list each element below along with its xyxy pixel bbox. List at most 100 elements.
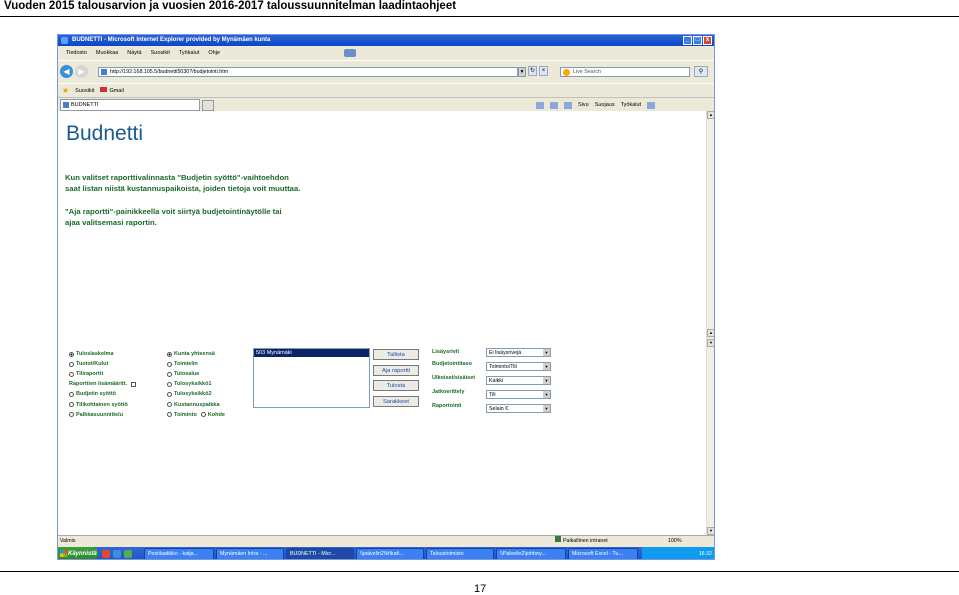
- setting-select-lisaysrivit[interactable]: Ei lisäysrivejä ▼: [486, 348, 551, 357]
- option-budjetin-syotto[interactable]: Budjetin syöttö: [69, 389, 136, 399]
- columns-button[interactable]: Sarakkeet: [373, 395, 419, 407]
- print-icon[interactable]: [564, 101, 572, 109]
- radio-icon[interactable]: [69, 391, 74, 397]
- option-tulosyksikko1[interactable]: Tulosyksikkö1: [167, 379, 225, 389]
- menu-edit[interactable]: Muokkaa: [96, 50, 118, 56]
- radio-icon[interactable]: [69, 361, 74, 367]
- option-tuotot-kulut[interactable]: Tuotot/Kulut: [69, 359, 136, 369]
- setting-select-budjetointitaso[interactable]: Toiminto/Tili ▼: [486, 362, 551, 371]
- chevron-down-icon[interactable]: ▼: [543, 349, 550, 356]
- cmd-safety[interactable]: Suojaus: [595, 102, 615, 108]
- taskbar-item-folder-johtory[interactable]: \\Palvelin2\johtory...: [496, 548, 566, 559]
- favorites-star-icon[interactable]: ★: [62, 86, 69, 95]
- setting-select-jatkoerittely[interactable]: Tili ▼: [486, 390, 551, 399]
- radio-icon[interactable]: [167, 361, 172, 367]
- cmd-page[interactable]: Sivu: [578, 102, 589, 108]
- feeds-icon[interactable]: [550, 101, 558, 109]
- favorites-label[interactable]: Suosikit: [75, 88, 94, 94]
- forward-button[interactable]: ▶: [75, 65, 88, 78]
- radio-icon[interactable]: [69, 412, 74, 418]
- setting-value: Ei lisäysrivejä: [489, 350, 522, 356]
- menu-favorites[interactable]: Suosikit: [151, 50, 170, 56]
- search-input[interactable]: Live Search: [560, 67, 690, 77]
- taskbar-item-postilaatikko[interactable]: Postilaatikko - katja...: [144, 548, 214, 559]
- taskbar-item-budnetti[interactable]: BUDNETTI - Micr...: [286, 548, 354, 559]
- run-report-button[interactable]: Aja raportti: [373, 364, 419, 376]
- address-dropdown-button[interactable]: ▼: [518, 67, 526, 77]
- option-toiminto[interactable]: Toiminto Kohde: [167, 410, 225, 420]
- chrome-icon[interactable]: [102, 550, 110, 558]
- option-tilikohtainen-syotto[interactable]: Tilikohtainen syöttö: [69, 399, 136, 409]
- scroll-down-arrow-icon[interactable]: ▼: [707, 527, 714, 535]
- menu-view[interactable]: Näytä: [127, 50, 141, 56]
- address-bar: ◀ ▶ http://192.168.105.5/budnetti5030?/b…: [58, 60, 714, 83]
- clock[interactable]: 16:32: [699, 551, 712, 557]
- new-tab-button[interactable]: [202, 100, 214, 111]
- radio-icon[interactable]: [69, 371, 74, 377]
- scroll-up-arrow-icon[interactable]: ▲: [707, 111, 714, 119]
- radio-icon[interactable]: [167, 391, 172, 397]
- tab-bar: BUDNETTI Sivu Suojaus Työkalut: [58, 97, 714, 111]
- listbox-selected-item[interactable]: 503 Mynämäki: [254, 349, 369, 357]
- taskbar-item-taloustoimisto[interactable]: Taloustoimisto: [426, 548, 494, 559]
- option-kunta-yhteensa[interactable]: Kunta yhteensä: [167, 349, 225, 359]
- option-raporttien-lisamaaritt[interactable]: Raporttien lisämääritt.: [69, 379, 137, 389]
- setting-label: Budjetointitaso: [432, 361, 473, 367]
- taskbar-item-intra[interactable]: Mynämäen Intra - ...: [216, 548, 284, 559]
- tab-budnetti[interactable]: BUDNETTI: [60, 99, 200, 111]
- taskbar-item-folder-kt[interactable]: \\palvelin2\kt\kat\...: [356, 548, 424, 559]
- menu-help[interactable]: Ohje: [208, 50, 220, 56]
- save-button[interactable]: Tallista: [373, 349, 419, 360]
- chevron-down-icon[interactable]: ▼: [543, 363, 550, 370]
- minimize-button[interactable]: _: [683, 36, 692, 45]
- option-tuloslaskelma[interactable]: Tuloslaskelma: [69, 349, 136, 359]
- close-button[interactable]: x: [703, 36, 712, 45]
- option-toimielin[interactable]: Toimielin: [167, 359, 225, 369]
- radio-selected-icon[interactable]: [167, 351, 172, 357]
- checkbox[interactable]: [131, 381, 137, 387]
- radio-icon[interactable]: [167, 402, 172, 408]
- scroll-marker[interactable]: ▲: [707, 329, 714, 337]
- radio-icon[interactable]: [200, 412, 206, 418]
- address-input[interactable]: http://192.168.105.5/budnetti5030?/budje…: [98, 67, 518, 77]
- help-icon[interactable]: [647, 101, 656, 109]
- home-icon[interactable]: [536, 101, 544, 109]
- setting-select-ulkoiset-sisaiset[interactable]: Kaikki ▼: [486, 376, 551, 385]
- desktop-icon[interactable]: [124, 550, 132, 558]
- favorites-item-gmail[interactable]: Gmail: [100, 87, 124, 94]
- scroll-marker[interactable]: ▼: [707, 339, 714, 347]
- option-kustannuspaikka[interactable]: Kustannuspaikka: [167, 399, 225, 409]
- start-button[interactable]: Käynnistä: [58, 547, 98, 559]
- chevron-down-icon[interactable]: ▼: [543, 377, 550, 384]
- radio-icon[interactable]: [167, 381, 172, 387]
- radio-icon[interactable]: [69, 402, 74, 408]
- search-button[interactable]: ⚲: [694, 66, 708, 77]
- print-button[interactable]: Tulosta: [373, 380, 419, 391]
- ie-icon[interactable]: [113, 550, 121, 558]
- menu-file[interactable]: Tiedosto: [66, 50, 87, 56]
- maximize-button[interactable]: □: [693, 36, 702, 45]
- window-titlebar[interactable]: BUDNETTI - Microsoft Internet Explorer p…: [58, 35, 714, 46]
- vertical-scrollbar[interactable]: ▲ ▲ ▼ ▼: [706, 111, 714, 535]
- security-zone: Paikallinen intranet: [555, 536, 608, 547]
- chevron-down-icon[interactable]: ▼: [543, 405, 550, 412]
- setting-select-raportointi[interactable]: Selain € ▼: [486, 404, 551, 413]
- taskbar-item-excel[interactable]: Microsoft Excel - Tu...: [568, 548, 638, 559]
- back-button[interactable]: ◀: [60, 65, 73, 78]
- cost-center-listbox[interactable]: 503 Mynämäki: [253, 348, 370, 408]
- setting-row-budjetointitaso: Budjetointitaso Toiminto/Tili ▼: [432, 361, 551, 371]
- radio-selected-icon[interactable]: [69, 351, 74, 357]
- refresh-icon[interactable]: ↻: [528, 66, 537, 76]
- stop-icon[interactable]: ×: [539, 66, 548, 76]
- para2-line1: "Aja raportti"-painikkeella voit siirtyä…: [65, 207, 282, 216]
- radio-icon[interactable]: [167, 371, 172, 377]
- option-tiliraportti[interactable]: Tiliraportti: [69, 369, 136, 379]
- menu-tools[interactable]: Työkalut: [179, 50, 199, 56]
- option-palkkasuunnittelu[interactable]: Palkkasuunnittelu: [69, 410, 136, 420]
- cmd-tools[interactable]: Työkalut: [621, 102, 641, 108]
- radio-icon[interactable]: [167, 412, 172, 418]
- option-tulosyksikko2[interactable]: Tulosyksikkö2: [167, 389, 225, 399]
- zoom-level[interactable]: 100%: [668, 536, 682, 547]
- chevron-down-icon[interactable]: ▼: [543, 391, 550, 398]
- option-tulosalue[interactable]: Tulosalue: [167, 369, 225, 379]
